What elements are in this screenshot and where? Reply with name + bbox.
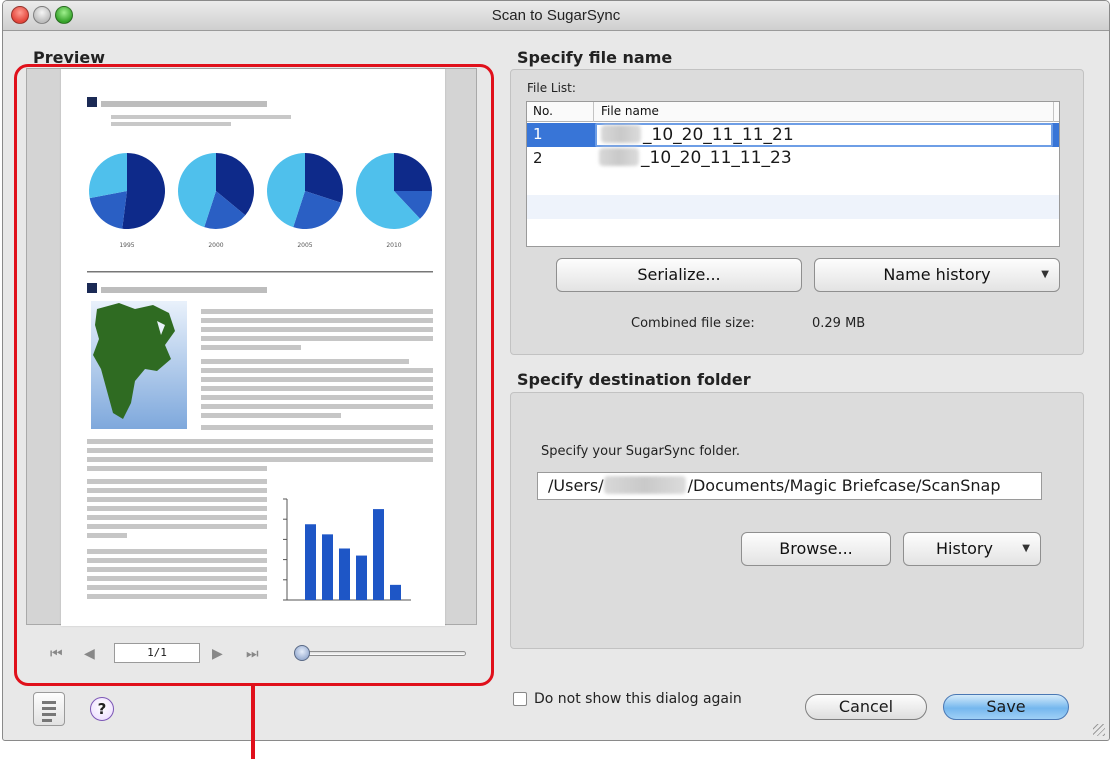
- table-row-empty[interactable]: [527, 219, 1059, 243]
- last-page-icon[interactable]: ⏭: [246, 644, 259, 662]
- bar-chart-bar: [390, 584, 401, 600]
- page-number-field[interactable]: 1/1: [114, 643, 200, 663]
- destination-prompt: Specify your SugarSync folder.: [541, 444, 740, 459]
- history-label: History: [936, 539, 993, 558]
- column-header-no[interactable]: No.: [533, 104, 553, 118]
- file-list-label: File List:: [527, 81, 576, 95]
- preview-title: Preview: [33, 48, 106, 67]
- history-button[interactable]: History ▼: [903, 532, 1041, 566]
- table-row[interactable]: 2 _10_20_11_11_23: [527, 147, 1059, 171]
- resize-grip-icon[interactable]: [1093, 724, 1105, 736]
- row-number: 1: [533, 125, 543, 143]
- pie-year-labels: 1995 2000 2005 2010: [119, 242, 401, 249]
- pie-chart-group: [89, 153, 432, 229]
- table-header: No. File name: [527, 102, 1059, 122]
- page-navigation: ⏮ ◀ 1/1 ▶ ⏭: [40, 640, 470, 666]
- table-row[interactable]: 1 _10_20_11_11_21: [527, 123, 1059, 147]
- dont-show-again-checkbox[interactable]: [513, 692, 527, 706]
- cancel-label: Cancel: [838, 697, 894, 716]
- redacted-user-name: [601, 125, 641, 143]
- scanned-page-image: 1995 2000 2005 2010: [87, 97, 433, 601]
- dropdown-arrow-icon: ▼: [1041, 269, 1049, 280]
- pie-slice: [122, 153, 165, 229]
- zoom-slider-knob[interactable]: [294, 645, 310, 661]
- table-row-empty[interactable]: [527, 195, 1059, 219]
- bar-chart-bar: [305, 524, 316, 600]
- combined-size-label: Combined file size:: [631, 316, 755, 331]
- destination-path-field[interactable]: /Users/ /Documents/Magic Briefcase/ScanSn…: [537, 472, 1042, 500]
- save-button[interactable]: Save: [943, 694, 1069, 720]
- browse-label: Browse...: [779, 539, 853, 558]
- save-label: Save: [986, 697, 1026, 716]
- file-name-value: _10_20_11_11_23: [641, 148, 792, 168]
- name-history-button[interactable]: Name history ▼: [814, 258, 1060, 292]
- browse-button[interactable]: Browse...: [741, 532, 891, 566]
- destination-group: [510, 392, 1084, 649]
- column-divider: [593, 102, 594, 122]
- next-page-icon[interactable]: ▶: [212, 644, 223, 662]
- pie-year-label: 1995: [119, 242, 134, 249]
- pie-year-label: 2000: [208, 242, 223, 249]
- pie-slice: [394, 153, 432, 191]
- first-page-icon[interactable]: ⏮: [50, 644, 63, 662]
- name-history-label: Name history: [883, 265, 991, 284]
- bar-chart-bar: [339, 548, 350, 600]
- list-icon: [42, 707, 56, 710]
- highlight-callout-line: [251, 686, 255, 759]
- bar-chart-bars: [305, 509, 401, 600]
- help-icon[interactable]: ?: [90, 697, 114, 721]
- previous-page-icon[interactable]: ◀: [84, 644, 95, 662]
- bar-chart-bar: [322, 534, 333, 600]
- redacted-user-name: [599, 148, 639, 166]
- path-suffix: /Documents/Magic Briefcase/ScanSnap: [687, 476, 1001, 495]
- table-row-empty[interactable]: [527, 171, 1059, 195]
- list-icon: [42, 719, 52, 722]
- list-icon: [42, 701, 56, 704]
- pie-year-label: 2010: [386, 242, 401, 249]
- file-name-edit-field[interactable]: _10_20_11_11_21: [595, 123, 1053, 147]
- thumbnail-list-button[interactable]: [33, 692, 65, 726]
- pie-year-label: 2005: [297, 242, 312, 249]
- redacted-user-name: [603, 476, 686, 494]
- path-prefix: /Users/: [548, 476, 604, 495]
- cancel-button[interactable]: Cancel: [805, 694, 927, 720]
- title-bar[interactable]: Scan to SugarSync: [3, 1, 1109, 31]
- zoom-slider-track[interactable]: [300, 651, 466, 656]
- file-list-table[interactable]: No. File name 1 _10_20_11_11_21 2 _10_20…: [526, 101, 1060, 247]
- column-header-file-name[interactable]: File name: [601, 104, 659, 118]
- file-name-value-wrapper: _10_20_11_11_21: [601, 125, 794, 145]
- dropdown-arrow-icon: ▼: [1022, 543, 1030, 554]
- dont-show-again-label[interactable]: Do not show this dialog again: [534, 691, 742, 707]
- bar-chart-bar: [356, 555, 367, 600]
- specify-file-name-title: Specify file name: [517, 48, 673, 67]
- preview-area[interactable]: 1995 2000 2005 2010: [26, 68, 477, 626]
- window-title: Scan to SugarSync: [491, 7, 621, 24]
- serialize-label: Serialize...: [637, 265, 721, 284]
- bar-chart-bar: [373, 509, 384, 600]
- row-number: 2: [533, 149, 543, 167]
- column-divider: [1053, 102, 1054, 122]
- scanned-page-thumbnail: 1995 2000 2005 2010: [61, 69, 445, 626]
- list-icon: [42, 713, 56, 716]
- file-name-value-wrapper: _10_20_11_11_23: [599, 148, 792, 168]
- combined-size-value: 0.29 MB: [812, 316, 866, 331]
- file-name-value: _10_20_11_11_21: [643, 125, 794, 145]
- destination-folder-title: Specify destination folder: [517, 370, 751, 389]
- serialize-button[interactable]: Serialize...: [556, 258, 802, 292]
- pie-slice: [89, 153, 127, 199]
